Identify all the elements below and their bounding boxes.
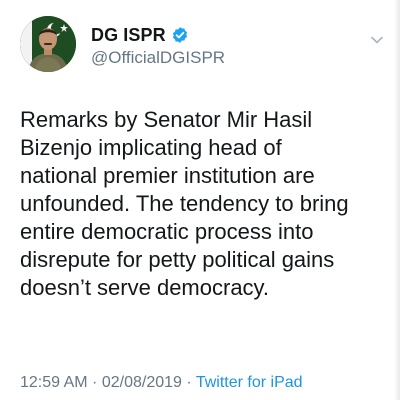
tweet-text-line: disrepute for petty political gains xyxy=(20,247,335,272)
author-name-row[interactable]: DG ISPR xyxy=(91,24,189,46)
avatar[interactable] xyxy=(20,16,76,72)
tweet-text-line: Remarks by Senator Mir Hasil xyxy=(20,107,313,132)
tweet-text-line: unfounded. The tendency to bring xyxy=(20,191,349,216)
tweet-time[interactable]: 12:59 AM xyxy=(20,374,88,391)
meta-separator: · xyxy=(87,374,102,391)
chevron-down-icon[interactable] xyxy=(370,33,384,47)
verified-badge-icon xyxy=(172,27,187,43)
meta-separator: · xyxy=(181,374,196,391)
tweet-text-line: Bizenjo implicating head of xyxy=(20,135,282,160)
tweet-card: DG ISPR @OfficialDGISPR Remarks by Senat… xyxy=(0,0,400,400)
page-edge-shadow xyxy=(394,0,400,400)
display-name[interactable]: DG ISPR xyxy=(91,25,166,46)
tweet-text-line: doesn’t serve democracy. xyxy=(20,275,270,300)
user-handle[interactable]: @OfficialDGISPR xyxy=(91,48,225,68)
tweet-text-line: entire democratic process into xyxy=(20,219,314,244)
tweet-text-line: national premier institution are xyxy=(20,163,315,188)
tweet-date[interactable]: 02/08/2019 xyxy=(102,374,182,391)
tweet-source-link[interactable]: Twitter for iPad xyxy=(196,374,303,391)
tweet-text: Remarks by Senator Mir Hasil Bizenjo imp… xyxy=(20,106,385,302)
tweet-metadata: 12:59 AM · 02/08/2019 · Twitter for iPad xyxy=(20,374,303,392)
